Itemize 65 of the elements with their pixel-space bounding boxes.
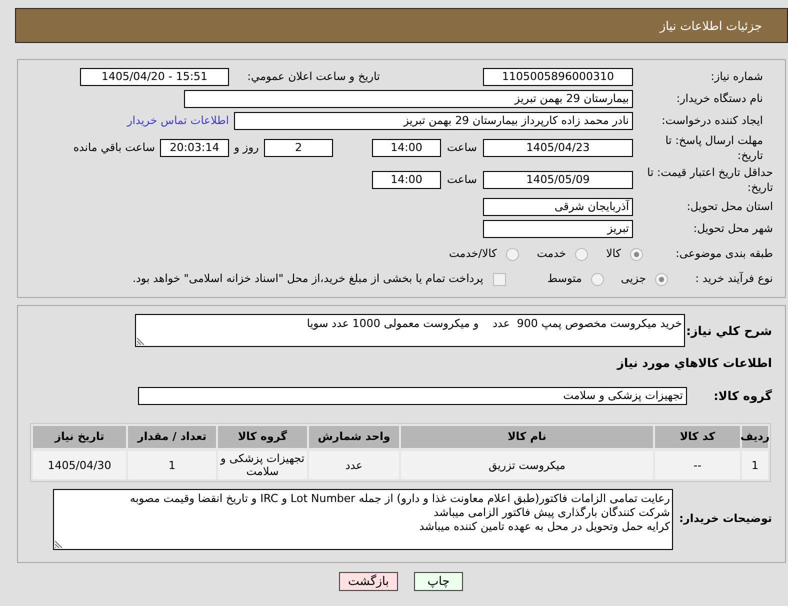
table-cell: عدد bbox=[309, 451, 399, 479]
option-label: خدمت bbox=[536, 246, 566, 262]
field-label: روز و bbox=[232, 140, 260, 156]
checkbox[interactable] bbox=[493, 272, 506, 286]
field-label: ساعت bbox=[446, 140, 478, 156]
table-cell: 1 bbox=[128, 451, 216, 479]
table-cell: 1 bbox=[742, 451, 768, 479]
column-header: تعداد / مقدار bbox=[128, 426, 216, 448]
buyer-notes-field[interactable]: رعایت تمامی الزامات فاکتور(طبق اعلام معاونت غذا و دارو) از جمله Lot Number و IRC و تاریخ انقضا وقیمت مصوبه شرکت کنندگان بارگذاری پیش فاکتور الزامی میباشد کرایه حمل وتحویل در محل به عهده تامین کننده میباشد bbox=[53, 489, 673, 550]
column-header: کد کالا bbox=[655, 426, 740, 448]
print-button[interactable]: چاپ bbox=[414, 572, 463, 591]
page-title: جزئیات اطلاعات نیاز bbox=[660, 18, 762, 34]
goods-group-field[interactable]: تجهیزات پزشکی و سلامت bbox=[138, 386, 687, 404]
requester-field[interactable]: نادر محمد زاده کارپرداز بیمارستان 29 بهمن تبریز bbox=[234, 112, 633, 130]
table-cell: تجهیزات پزشکی و سلامت bbox=[218, 451, 307, 479]
field-label: نام دستگاه خریدار: bbox=[675, 90, 763, 107]
table-cell: 1405/04/30 bbox=[33, 451, 126, 479]
need-number-field[interactable]: 1105005896000310 bbox=[483, 68, 633, 86]
field-label: مهلت ارسال پاسخ: تا تاریخ: bbox=[664, 133, 763, 163]
deadline-date-field[interactable]: 1405/04/23 bbox=[483, 139, 633, 157]
buyer-contact-link[interactable]: اطلاعات تماس خریدار bbox=[127, 112, 229, 130]
field-label: ساعت bbox=[446, 172, 478, 188]
option-label: کالا/خدمت bbox=[449, 246, 497, 262]
column-header: گروه کالا bbox=[218, 426, 307, 448]
price-validity-date-field[interactable]: 1405/05/09 bbox=[483, 171, 633, 189]
price-validity-time-field[interactable]: 14:00 bbox=[372, 171, 441, 189]
radio-button[interactable] bbox=[575, 248, 588, 260]
field-label: شرح کلي نیاز: bbox=[685, 322, 772, 340]
field-label: استان محل تحویل: bbox=[686, 198, 773, 215]
field-label: ایجاد کننده درخواست: bbox=[660, 112, 763, 129]
field-label: طبقه بندی موضوعی: bbox=[674, 246, 773, 262]
countdown-field[interactable]: 20:03:14 bbox=[160, 139, 229, 157]
table-cell: میکروست تزریق bbox=[401, 451, 653, 479]
section-title: اطلاعات کالاهاي مورد نیاز bbox=[617, 356, 772, 370]
days-left-field[interactable]: 2 bbox=[264, 139, 333, 157]
radio-button[interactable] bbox=[630, 248, 643, 260]
field-label: نوع فرآیند خرید : bbox=[694, 270, 773, 287]
field-label: شهر محل تحویل: bbox=[692, 220, 773, 237]
announce-date-field[interactable]: 1405/04/20 - 15:51 bbox=[80, 68, 229, 86]
field-label: توضیحات خریدار: bbox=[678, 511, 772, 528]
radio-button[interactable] bbox=[590, 272, 604, 286]
description-field[interactable]: خرید میکروست مخصوص پمپ 900 عدد و میکروست معمولی 1000 عدد سویا bbox=[135, 314, 685, 347]
city-field[interactable]: تبریز bbox=[483, 220, 633, 238]
field-label: گروه کالا: bbox=[712, 388, 772, 404]
back-button[interactable]: بازگشت bbox=[339, 572, 398, 591]
column-header: تاریخ نیاز bbox=[33, 426, 126, 448]
province-field[interactable]: آذربایجان شرقی bbox=[483, 198, 633, 216]
option-label: جزیی bbox=[620, 270, 646, 287]
option-label: کالا bbox=[606, 246, 621, 262]
checkbox-label: پرداخت تمام یا بخشی از مبلغ خرید،از محل "اسناد خزانه اسلامی" خواهد بود. bbox=[132, 270, 484, 287]
column-header: نام کالا bbox=[401, 426, 653, 448]
resize-handle-icon[interactable] bbox=[137, 337, 145, 345]
table-cell: -- bbox=[655, 451, 740, 479]
deadline-time-field[interactable]: 14:00 bbox=[372, 139, 441, 157]
radio-button[interactable] bbox=[506, 248, 519, 260]
option-label: متوسط bbox=[547, 270, 582, 287]
field-label: ساعت باقي مانده bbox=[73, 140, 155, 156]
column-header: واحد شمارش bbox=[309, 426, 399, 448]
resize-handle-icon[interactable] bbox=[55, 540, 63, 548]
column-header: ردیف bbox=[742, 426, 768, 448]
radio-button[interactable] bbox=[655, 272, 668, 286]
buyer-org-field[interactable]: بیمارستان 29 بهمن تبریز bbox=[184, 90, 633, 108]
field-label: تاریخ و ساعت اعلان عمومي: bbox=[246, 68, 380, 85]
field-label: شماره نیاز: bbox=[710, 68, 763, 85]
field-label: حداقل تاریخ اعتبار قیمت: تا تاریخ: bbox=[646, 165, 773, 195]
